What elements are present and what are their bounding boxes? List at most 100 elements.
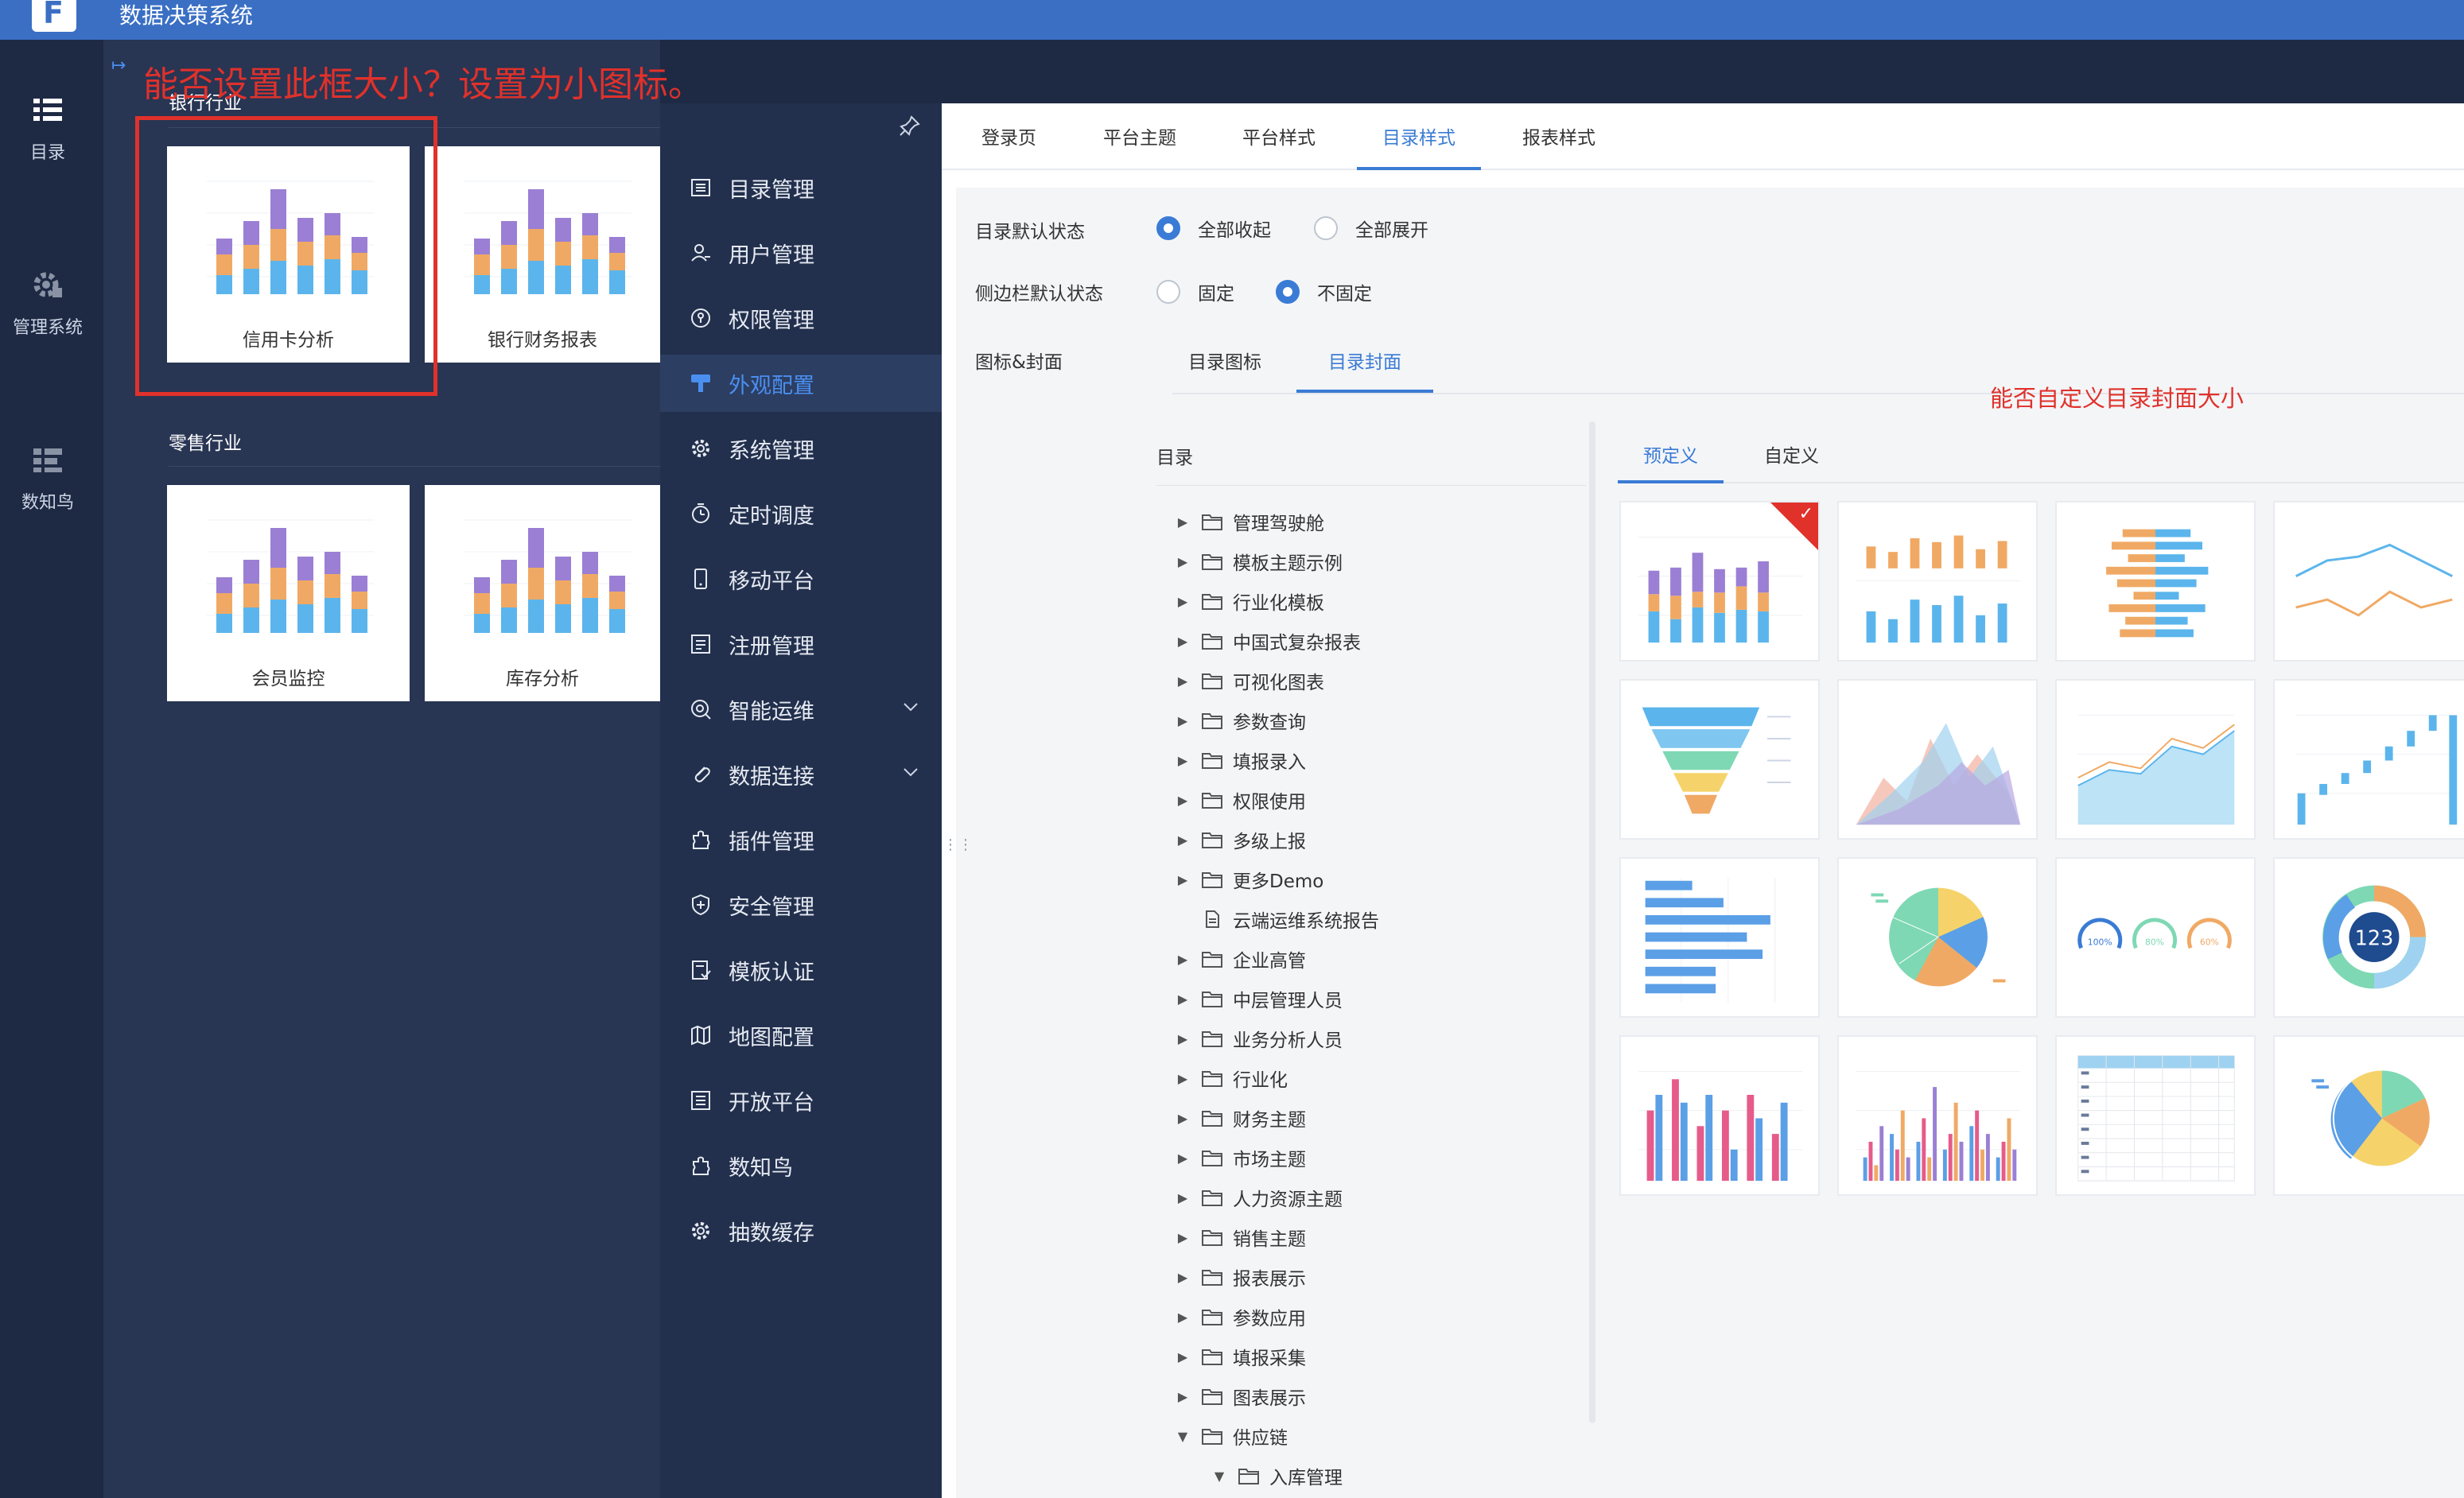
radio-fixed[interactable]: 固定	[1156, 278, 1234, 305]
radio-collapse-all[interactable]: 全部收起	[1156, 215, 1271, 242]
tree-item[interactable]: ▶ 权限使用	[1174, 784, 1306, 816]
tree-item[interactable]: ▼ 入库管理	[1211, 1460, 1343, 1492]
cover-thumbnail[interactable]	[2055, 501, 2256, 662]
tree-item[interactable]: ▶ 企业高管	[1174, 943, 1306, 975]
caret-right-icon[interactable]: ▶	[1174, 832, 1191, 848]
tree-item[interactable]: ▶ 报表展示	[1174, 1261, 1306, 1293]
tree-scrollbar[interactable]	[1589, 421, 1595, 1423]
tree-item[interactable]: ▶ 参数查询	[1174, 704, 1306, 736]
tab-catalog-style[interactable]: 目录样式	[1357, 122, 1481, 170]
settings-nav-item[interactable]: 抽数缓存	[660, 1202, 942, 1259]
tree-item[interactable]: ▶ 行业化	[1174, 1062, 1288, 1094]
radio-unfixed[interactable]: 不固定	[1276, 278, 1372, 305]
caret-right-icon[interactable]: ▶	[1174, 594, 1191, 609]
tab-predefined[interactable]: 预定义	[1618, 440, 1724, 483]
caret-down-icon[interactable]: ▼	[1174, 1429, 1191, 1444]
leftnav-item-admin[interactable]: 管理系统	[0, 267, 95, 339]
caret-right-icon[interactable]: ▶	[1174, 1111, 1191, 1126]
tree-item[interactable]: ▶ 中层管理人员	[1174, 983, 1343, 1015]
caret-right-icon[interactable]: ▶	[1174, 1270, 1191, 1285]
catalog-card[interactable]: 会员监控	[167, 485, 410, 701]
settings-nav-item[interactable]: 插件管理	[660, 811, 942, 868]
tree-item[interactable]: ▶ 多级上报	[1174, 824, 1306, 856]
caret-right-icon[interactable]: ▶	[1174, 1230, 1191, 1245]
tree-item[interactable]: ▶ 中国式复杂报表	[1174, 625, 1361, 657]
cover-thumbnail[interactable]	[2273, 679, 2464, 840]
settings-nav-item[interactable]: 开放平台	[660, 1072, 942, 1129]
tree-item[interactable]: ▶ 填报采集	[1174, 1341, 1306, 1372]
settings-nav-item[interactable]: 外观配置	[660, 355, 942, 412]
caret-right-icon[interactable]: ▶	[1174, 1310, 1191, 1325]
tree-item[interactable]: ▶ 市场主题	[1174, 1142, 1306, 1174]
caret-right-icon[interactable]: ▶	[1174, 514, 1191, 530]
radio-button[interactable]	[1314, 216, 1338, 240]
leftnav-item-shuzhiniao[interactable]: 数知鸟	[0, 442, 95, 514]
caret-right-icon[interactable]: ▶	[1174, 1190, 1191, 1205]
cover-thumbnail[interactable]	[2055, 679, 2256, 840]
settings-nav-item[interactable]: 智能运维	[660, 681, 942, 738]
caret-right-icon[interactable]: ▶	[1174, 554, 1191, 569]
tree-item[interactable]: ▶ 模板主题示例	[1174, 545, 1343, 577]
settings-nav-item[interactable]: 系统管理	[660, 420, 942, 477]
tree-item[interactable]: ▶ 人力资源主题	[1174, 1182, 1343, 1213]
settings-nav-item[interactable]: 目录管理	[660, 159, 942, 216]
cover-thumbnail[interactable]	[1837, 501, 2038, 662]
tree-item[interactable]: ▶ 参数应用	[1174, 1301, 1306, 1333]
chevron-down-icon[interactable]	[900, 697, 921, 717]
settings-nav-item[interactable]: 地图配置	[660, 1007, 942, 1064]
tab-report-style[interactable]: 报表样式	[1522, 122, 1595, 170]
pin-icon[interactable]	[899, 114, 921, 142]
cover-thumbnail[interactable]	[1619, 857, 1820, 1018]
settings-nav-item[interactable]: 移动平台	[660, 550, 942, 607]
tree-item[interactable]: ▶ 销售主题	[1174, 1221, 1306, 1253]
splitter-handle[interactable]: ⋮⋮	[943, 836, 974, 853]
caret-right-icon[interactable]: ▶	[1174, 1031, 1191, 1046]
tree-item[interactable]: ▶ 可视化图表	[1174, 665, 1324, 697]
caret-right-icon[interactable]: ▶	[1174, 952, 1191, 967]
settings-nav-item[interactable]: 数据连接	[660, 746, 942, 803]
cover-thumbnail[interactable]	[2055, 1035, 2256, 1196]
tab-platform-style[interactable]: 平台样式	[1242, 122, 1316, 170]
app-logo[interactable]	[32, 0, 76, 32]
settings-nav-item[interactable]: 权限管理	[660, 289, 942, 347]
cover-thumbnail[interactable]	[1619, 1035, 1820, 1196]
caret-right-icon[interactable]: ▶	[1174, 992, 1191, 1007]
expand-arrow-icon[interactable]: ↦	[111, 56, 126, 76]
caret-right-icon[interactable]: ▶	[1174, 713, 1191, 728]
cover-thumbnail[interactable]	[1837, 679, 2038, 840]
cover-thumbnail[interactable]: 100% 80% 60%	[2055, 857, 2256, 1018]
radio-button[interactable]	[1156, 216, 1180, 240]
caret-right-icon[interactable]: ▶	[1174, 634, 1191, 649]
leftnav-item-catalog[interactable]: 目录	[0, 92, 95, 164]
tree-item[interactable]: ▶ 图表展示	[1174, 1380, 1306, 1412]
caret-right-icon[interactable]: ▶	[1174, 872, 1191, 887]
radio-expand-all[interactable]: 全部展开	[1314, 215, 1428, 242]
caret-right-icon[interactable]: ▶	[1174, 1071, 1191, 1086]
settings-nav-item[interactable]: 用户管理	[660, 224, 942, 281]
cover-thumbnail[interactable]	[1837, 857, 2038, 1018]
cover-thumbnail[interactable]	[2273, 1035, 2464, 1196]
tree-item[interactable]: ▶ 财务主题	[1174, 1102, 1306, 1134]
tree-item[interactable]: 云端运维系统报告	[1174, 903, 1379, 935]
settings-nav-item[interactable]: 注册管理	[660, 615, 942, 673]
caret-down-icon[interactable]: ▼	[1211, 1469, 1228, 1484]
caret-right-icon[interactable]: ▶	[1174, 1349, 1191, 1364]
settings-nav-item[interactable]: 数知鸟	[660, 1137, 942, 1194]
radio-button[interactable]	[1156, 280, 1180, 304]
tree-item[interactable]: ▶ 更多Demo	[1174, 863, 1324, 895]
caret-right-icon[interactable]: ▶	[1174, 753, 1191, 768]
cover-thumbnail[interactable]: 123	[2273, 857, 2464, 1018]
catalog-card[interactable]: 银行财务报表	[425, 146, 660, 363]
settings-nav-item[interactable]: 安全管理	[660, 876, 942, 933]
subtab-catalog-icon[interactable]: 目录图标	[1188, 347, 1261, 393]
caret-right-icon[interactable]: ▶	[1174, 793, 1191, 808]
catalog-card[interactable]: 库存分析	[425, 485, 660, 701]
caret-right-icon[interactable]: ▶	[1174, 673, 1191, 689]
tab-platform-theme[interactable]: 平台主题	[1103, 122, 1176, 170]
settings-nav-item[interactable]: 定时调度	[660, 485, 942, 542]
tab-custom[interactable]: 自定义	[1764, 440, 1819, 483]
chevron-down-icon[interactable]	[900, 762, 921, 782]
radio-button[interactable]	[1276, 280, 1300, 304]
cover-thumbnail[interactable]	[2273, 501, 2464, 662]
tree-item[interactable]: ▶ 填报录入	[1174, 744, 1306, 776]
